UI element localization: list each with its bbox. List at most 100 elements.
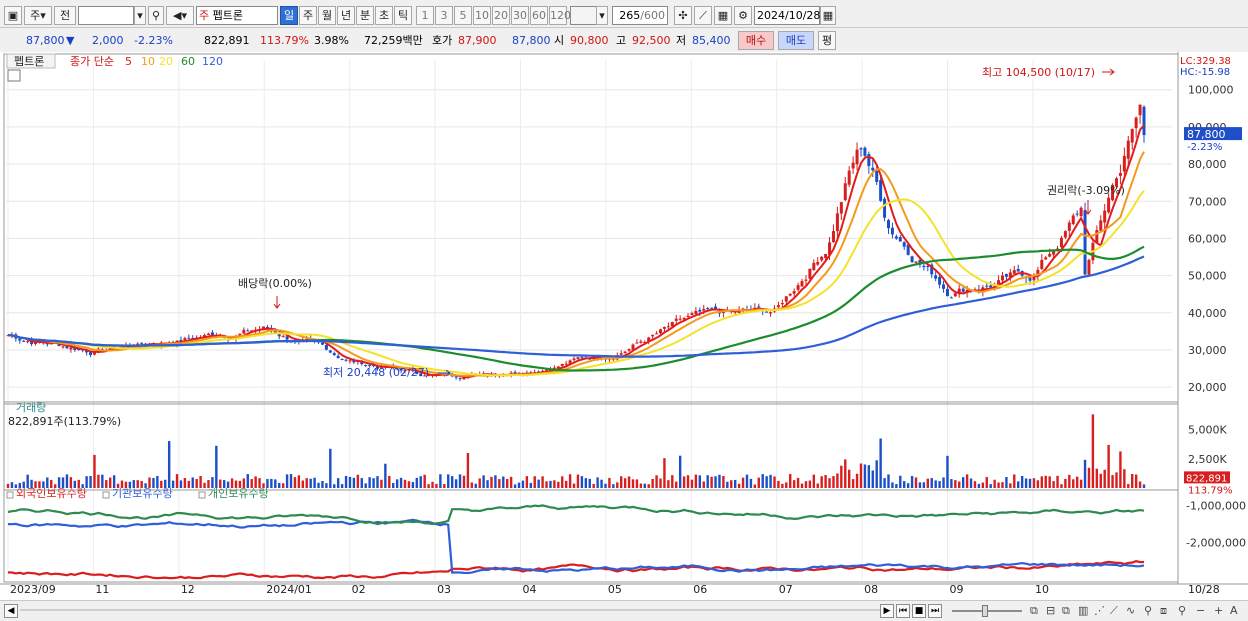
period-button-5[interactable]: 초 — [375, 6, 393, 25]
zoom-icon[interactable]: ⚲ — [1178, 604, 1186, 617]
volume-bar — [384, 463, 387, 488]
scroll-right-icon[interactable]: ▶ — [880, 604, 894, 618]
ask-price-1: 87,900 — [458, 34, 497, 47]
interval-button-4[interactable]: 20 — [492, 6, 510, 25]
volume-bar — [950, 479, 953, 488]
window-icon[interactable]: ▣ — [4, 6, 22, 25]
period-button-4[interactable]: 분 — [356, 6, 374, 25]
last-page-icon[interactable]: ⏭ — [928, 604, 942, 618]
volume-bar — [513, 484, 517, 488]
candle-body — [332, 353, 336, 356]
buy-button[interactable]: 매수 — [738, 31, 774, 50]
candle-body — [910, 256, 914, 263]
volume-bar — [1020, 476, 1024, 488]
volume-bar — [785, 482, 788, 488]
chart-canvas[interactable]: 최고 104,500 (10/17) 최저 20,448 (02/27) 배당락(0… — [0, 52, 1248, 600]
candle-body — [1071, 215, 1075, 225]
code-input[interactable]: 087010 — [78, 6, 134, 25]
price-tick-label: 40,000 — [1188, 307, 1227, 320]
settings-icon[interactable]: ⚙ — [734, 6, 752, 25]
interval-button-6[interactable]: 60 — [530, 6, 548, 25]
volume-bar — [600, 479, 603, 488]
zoom-out-icon[interactable]: − — [1196, 604, 1205, 617]
interval-button-7[interactable]: 120 — [549, 6, 571, 25]
stop-icon[interactable]: ■ — [912, 604, 926, 618]
period-button-1[interactable]: 주 — [299, 6, 317, 25]
volume-bar — [1056, 475, 1059, 488]
stock-name-field[interactable]: 주 펩트론 — [196, 6, 278, 25]
volume-bar — [1040, 476, 1043, 488]
candle-body — [1040, 259, 1044, 270]
volume-bar — [478, 478, 481, 488]
candle-body — [639, 341, 643, 343]
volume-bar — [1032, 478, 1036, 488]
candle-body — [666, 326, 670, 328]
draw-icon[interactable]: ⟋ — [694, 6, 712, 25]
trend-icon[interactable]: ⋰ — [1094, 604, 1105, 617]
candle-body — [883, 198, 887, 218]
volume-bar — [1087, 467, 1091, 488]
volume-bar — [203, 482, 206, 488]
interval-button-2[interactable]: 5 — [454, 6, 472, 25]
period-button-6[interactable]: 틱 — [394, 6, 412, 25]
crosshair-icon[interactable]: ✣ — [674, 6, 692, 25]
search-icon[interactable]: ⚲ — [148, 6, 164, 25]
interval-button-1[interactable]: 3 — [435, 6, 453, 25]
zoom-slider-thumb[interactable] — [982, 605, 988, 617]
interval-button-5[interactable]: 30 — [511, 6, 529, 25]
x-tick-label: 05 — [608, 583, 622, 596]
low-price: 85,400 — [692, 34, 731, 47]
volume-bar — [663, 458, 666, 488]
volume-bar — [179, 480, 183, 488]
candle-body — [454, 376, 458, 378]
pattern-icon[interactable]: ⚲ — [1144, 604, 1152, 617]
volume-bar — [694, 474, 698, 488]
volume-bar — [415, 477, 419, 488]
zoom-in-icon[interactable]: + — [1214, 604, 1223, 617]
period-button-0[interactable]: 일 — [280, 6, 298, 25]
speaker-icon[interactable]: ◀▾ — [166, 6, 194, 25]
stamp-icon[interactable]: ⧈ — [1160, 604, 1167, 618]
scroll-left-icon[interactable]: ◀ — [4, 604, 18, 618]
volume-bar — [922, 482, 926, 488]
prev-button[interactable]: 전 — [54, 6, 76, 25]
first-page-icon[interactable]: ⏮ — [896, 604, 910, 618]
period-button-3[interactable]: 년 — [337, 6, 355, 25]
compare-icon[interactable]: ▦ — [714, 6, 732, 25]
candle-body — [710, 307, 714, 309]
candle-body — [564, 363, 568, 365]
market-select[interactable]: 주▾ — [24, 6, 52, 25]
interval-button-0[interactable]: 1 — [416, 6, 434, 25]
date-input[interactable]: 2024/10/28 — [754, 6, 820, 25]
grid-icon — [7, 69, 21, 82]
volume-tick-label: 2,500K — [1188, 453, 1227, 466]
sell-button[interactable]: 매도 — [778, 31, 814, 50]
candle-body — [757, 306, 761, 308]
calendar-icon[interactable]: ▦ — [820, 6, 836, 25]
table-icon[interactable]: ▥ — [1078, 604, 1088, 617]
volume-bar — [274, 479, 277, 488]
interval-button-3[interactable]: 10 — [473, 6, 491, 25]
period-button-2[interactable]: 월 — [318, 6, 336, 25]
copy-icon[interactable]: ⧉ — [1062, 604, 1070, 618]
candle-body — [859, 148, 863, 150]
count-field[interactable]: 265/600 — [612, 6, 668, 25]
interval-dropdown-icon[interactable]: ▾ — [596, 6, 608, 25]
volume-bar — [580, 476, 584, 488]
line-icon[interactable]: ⟋ — [1110, 604, 1118, 618]
volume-bar — [910, 476, 914, 488]
volume-bar — [509, 476, 513, 488]
wave-icon[interactable]: ∿ — [1126, 604, 1135, 617]
code-dropdown-icon[interactable]: ▾ — [134, 6, 146, 25]
volume-bar — [1013, 474, 1016, 488]
x-tick-label: 08 — [864, 583, 878, 596]
layout-icon[interactable]: ⧉ — [1030, 604, 1038, 618]
volume-bar — [549, 480, 552, 488]
eval-button[interactable]: 평 — [818, 31, 836, 50]
window-split-icon[interactable]: ⊟ — [1046, 604, 1055, 617]
volume-bar — [561, 476, 564, 488]
text-size-icon[interactable]: A — [1230, 604, 1238, 617]
scrollbar-track[interactable] — [20, 609, 880, 611]
name-prefix: 주 — [199, 9, 210, 22]
volume-bar — [926, 478, 930, 488]
